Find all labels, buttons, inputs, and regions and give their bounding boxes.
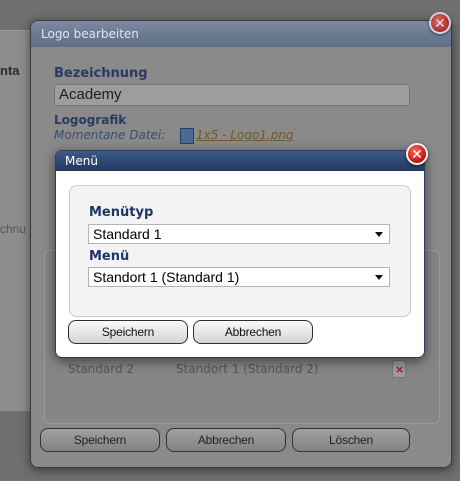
- menu-label: Menü: [89, 249, 130, 264]
- menutyp-select[interactable]: Standard 1: [88, 224, 390, 244]
- menu-select[interactable]: Standort 1 (Standard 1): [88, 267, 390, 287]
- chevron-down-icon: [375, 232, 383, 237]
- logo-save-button[interactable]: Speichern: [40, 428, 160, 452]
- current-file-label: Momentane Datei:: [54, 128, 166, 142]
- delete-row-icon[interactable]: [392, 360, 406, 378]
- chevron-down-icon: [375, 275, 383, 280]
- image-file-icon: [180, 128, 194, 144]
- menutyp-select-value: Standard 1: [93, 226, 162, 242]
- menu-row-menutyp: Standard 2: [68, 362, 135, 376]
- menu-cancel-button[interactable]: Abbrechen: [193, 320, 313, 344]
- menutyp-label: Menütyp: [89, 205, 154, 220]
- bezeichnung-label: Bezeichnung: [54, 66, 148, 81]
- current-file-link[interactable]: 1x5 - Logo1.png: [196, 128, 294, 142]
- menu-row-menu: Standort 1 (Standard 2): [176, 362, 319, 376]
- menu-select-value: Standort 1 (Standard 1): [93, 269, 240, 285]
- logo-edit-dialog-title: Logo bearbeiten: [31, 21, 451, 47]
- logografik-label: Logografik: [54, 113, 127, 127]
- menu-save-button[interactable]: Speichern: [68, 320, 188, 344]
- background-text-fragment: chnu: [0, 222, 27, 236]
- background-tab-fragment: nta: [0, 63, 20, 78]
- logo-cancel-button[interactable]: Abbrechen: [166, 428, 286, 452]
- logo-delete-button[interactable]: Löschen: [292, 428, 410, 452]
- bezeichnung-input[interactable]: Academy: [54, 84, 410, 106]
- menu-close-icon[interactable]: ✕: [406, 143, 428, 165]
- menu-dialog-title: Menü: [56, 151, 424, 171]
- logo-edit-close-icon[interactable]: ✕: [429, 12, 451, 34]
